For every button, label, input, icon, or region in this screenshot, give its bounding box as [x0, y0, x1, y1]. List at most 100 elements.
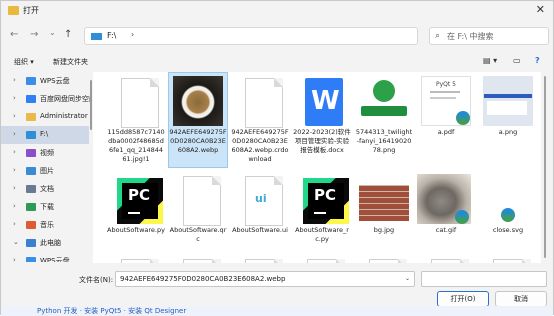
- pycharm-icon: PC: [111, 174, 163, 224]
- sidebar-item-label: 百度网盘同步空间: [40, 95, 91, 103]
- address-bar[interactable]: F:\ › ⌄ ↻: [84, 27, 507, 45]
- file-item[interactable]: cat.gif: [417, 171, 475, 263]
- filename-input[interactable]: 942AEFE649275F0D0280CA0B23E608A2.webp: [115, 271, 415, 287]
- file-name: cat.gif: [435, 226, 457, 234]
- sidebar-item[interactable]: › 图片: [1, 162, 89, 180]
- new-folder-button[interactable]: 新建文件夹: [53, 57, 88, 67]
- file-item[interactable]: W 2022-2023(2)软件项目管理实验-实验报告模板.docx: [293, 73, 351, 167]
- file-item[interactable]: a.png: [479, 73, 537, 167]
- file-item[interactable]: close.svg: [479, 171, 537, 263]
- cancel-button[interactable]: 取消: [495, 291, 547, 307]
- file-item[interactable]: 942AEFE649275F0D0280CA0B23E608A2.webp: [168, 72, 228, 168]
- sidebar-item-label: WPS云盘: [40, 77, 70, 85]
- organize-button[interactable]: 组织 ▾: [14, 57, 34, 67]
- food-image: [173, 76, 223, 126]
- file-item[interactable]: PC AboutSoftware.py: [107, 171, 165, 263]
- chevron-right-icon[interactable]: ›: [13, 112, 16, 120]
- qt-designer-file-icon: ui: [235, 174, 285, 226]
- file-name: a.pdf: [437, 128, 455, 136]
- chevron-right-icon[interactable]: ›: [13, 202, 16, 210]
- file-item[interactable]: [169, 254, 227, 263]
- back-icon[interactable]: ←: [10, 29, 18, 40]
- file-item[interactable]: [355, 254, 413, 263]
- sidebar-item-label: WPS云盘: [40, 257, 70, 262]
- open-file-dialog: 打开 ✕ ← → ⌄ ↑ F:\ › ⌄ ↻ ⌕ 在 F:\ 中搜索 组织 ▾ …: [0, 0, 554, 316]
- sidebar-item[interactable]: ⌄ 此电脑: [1, 234, 89, 252]
- file-name: 942AEFE649275F0D0280CA0B23E608A2.webp: [169, 128, 227, 154]
- chevron-right-icon[interactable]: ›: [13, 220, 16, 228]
- view-options-button[interactable]: ▤ ▾: [483, 56, 497, 65]
- search-box[interactable]: ⌕ 在 F:\ 中搜索: [429, 27, 549, 45]
- address-path: F:\: [107, 31, 117, 40]
- cloud-icon: [26, 77, 36, 85]
- chevron-right-icon[interactable]: ›: [13, 256, 16, 262]
- command-bar: 组织 ▾ 新建文件夹 ▤ ▾ ▭ ?: [1, 52, 553, 72]
- file-item[interactable]: 5744313_twilight-fanyi_1641902078.png: [355, 73, 413, 167]
- edge-browser-icon: [483, 174, 533, 224]
- file-list-scrollbar[interactable]: [544, 76, 546, 258]
- file-name: 115dd8587c7140dba0002f48685d6fe1_qq_2148…: [107, 128, 165, 163]
- preview-pane-button[interactable]: ▭: [513, 56, 521, 65]
- sidebar-item[interactable]: › WPS云盘: [1, 72, 89, 90]
- search-input[interactable]: 在 F:\ 中搜索: [447, 31, 493, 42]
- techfanyi-logo: [359, 76, 409, 126]
- up-folder-icon[interactable]: ↑: [64, 29, 72, 40]
- file-item[interactable]: PC AboutSoftware_rc.py: [293, 171, 351, 263]
- chevron-right-icon[interactable]: ›: [13, 76, 16, 84]
- file-item[interactable]: PyQt 5 a.pdf: [417, 73, 475, 167]
- open-button[interactable]: 打开(O): [437, 291, 489, 307]
- chevron-right-icon[interactable]: ›: [13, 184, 16, 192]
- filename-value: 942AEFE649275F0D0280CA0B23E608A2.webp: [120, 275, 286, 283]
- chevron-down-icon[interactable]: ⌄: [405, 275, 410, 282]
- chevron-right-icon[interactable]: ›: [13, 148, 16, 156]
- music-icon: [26, 221, 36, 229]
- file-item[interactable]: [479, 254, 537, 263]
- sidebar-item-label: 文档: [40, 185, 54, 193]
- user-folder-icon: [26, 113, 36, 121]
- file-name: AboutSoftware.ui: [232, 226, 288, 234]
- file-item[interactable]: 115dd8587c7140dba0002f48685d6fe1_qq_2148…: [107, 73, 165, 167]
- chevron-right-icon[interactable]: ›: [13, 130, 16, 138]
- wps-writer-icon: W: [297, 76, 347, 126]
- sidebar-item[interactable]: › 下载: [1, 198, 89, 216]
- cloud-icon: [26, 257, 36, 262]
- drive-icon: [26, 131, 36, 139]
- file-item[interactable]: [293, 254, 351, 263]
- sidebar-item-label: 此电脑: [40, 239, 61, 247]
- sidebar-item[interactable]: › 音乐: [1, 216, 89, 234]
- sidebar-item-label: 视频: [40, 149, 54, 157]
- file-name: AboutSoftware.py: [107, 226, 165, 234]
- pycharm-icon: PC: [297, 174, 349, 224]
- file-item[interactable]: [417, 254, 475, 263]
- document-icon: [173, 174, 223, 226]
- recent-locations-icon[interactable]: ⌄: [49, 28, 56, 37]
- sidebar-item[interactable]: › F:\: [1, 126, 89, 144]
- chevron-right-icon[interactable]: ›: [131, 30, 134, 39]
- sidebar-item[interactable]: › Administrator: [1, 108, 89, 126]
- sidebar-scrollbar[interactable]: [90, 80, 92, 130]
- chevron-right-icon[interactable]: ›: [13, 94, 16, 102]
- file-item[interactable]: AboutSoftware.qrc: [169, 171, 227, 263]
- file-item[interactable]: bg.jpg: [355, 171, 413, 263]
- file-name: 942AEFE649275F0D0280CA0B23E608A2.webp.cr…: [231, 128, 289, 163]
- file-item[interactable]: 942AEFE649275F0D0280CA0B23E608A2.webp.cr…: [231, 73, 289, 167]
- file-item[interactable]: [231, 254, 289, 263]
- file-type-filter[interactable]: [421, 271, 547, 287]
- sidebar-item[interactable]: › 百度网盘同步空间: [1, 90, 91, 108]
- file-item[interactable]: ui AboutSoftware.ui: [231, 171, 289, 263]
- chevron-right-icon[interactable]: ›: [13, 166, 16, 174]
- sidebar-item[interactable]: › 视频: [1, 144, 89, 162]
- sidebar-item[interactable]: › WPS云盘: [1, 252, 89, 262]
- sidebar-item-label: F:\: [40, 130, 49, 138]
- chevron-down-icon[interactable]: ⌄: [13, 238, 19, 246]
- help-button[interactable]: ?: [535, 56, 540, 65]
- sidebar-item[interactable]: › 文档: [1, 180, 89, 198]
- cat-image: [417, 174, 471, 224]
- drive-icon: [91, 33, 102, 40]
- pictures-icon: [26, 167, 36, 175]
- forward-icon[interactable]: →: [30, 29, 38, 40]
- close-icon[interactable]: ✕: [536, 3, 545, 16]
- file-name: close.svg: [492, 226, 524, 234]
- folder-icon: [8, 6, 19, 15]
- file-item[interactable]: [107, 254, 165, 263]
